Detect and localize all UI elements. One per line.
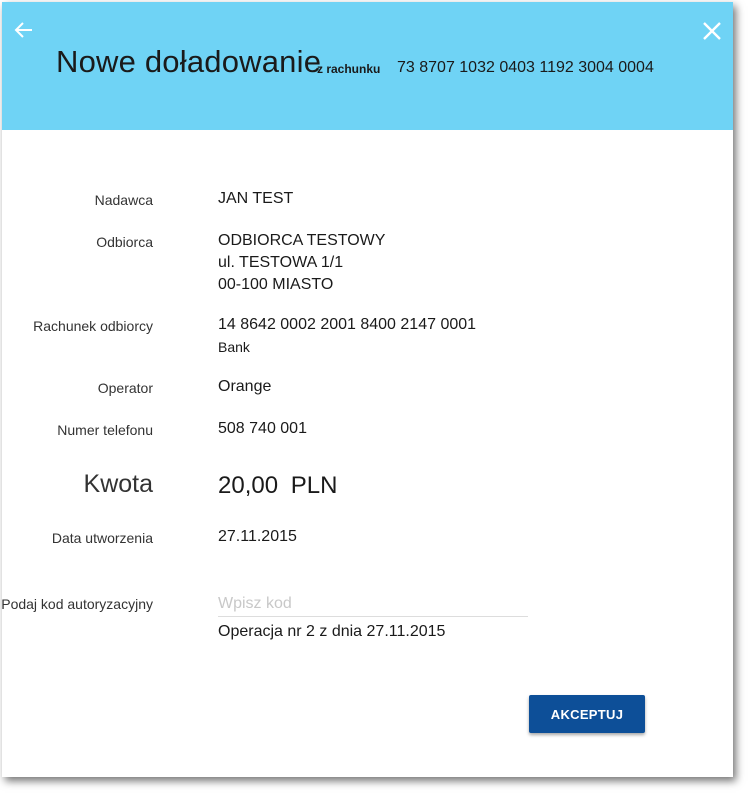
operation-info: Operacja nr 2 z dnia 27.11.2015 xyxy=(218,623,446,640)
amount-number: 20,00 xyxy=(218,472,279,499)
from-account-number: 73 8707 1032 0403 1192 3004 0004 xyxy=(397,59,654,76)
sender-value: JAN TEST xyxy=(218,190,294,207)
account-number: 14 8642 0002 2001 8400 2147 0001 xyxy=(218,316,477,333)
created-date-value: 27.11.2015 xyxy=(218,528,297,545)
operator-label: Operator xyxy=(97,380,153,396)
recipient-name: ODBIORCA TESTOWY xyxy=(218,232,386,249)
arrow-left-icon xyxy=(14,22,32,38)
created-date-label: Data utworzenia xyxy=(51,530,153,546)
recipient-label: Odbiorca xyxy=(96,234,153,250)
accept-button[interactable]: AKCEPTUJ xyxy=(529,695,645,733)
account-value: 14 8642 0002 2001 8400 2147 0001 Bank xyxy=(218,314,476,358)
amount-label: Kwota xyxy=(83,470,153,498)
recipient-value: ODBIORCA TESTOWY ul. TESTOWA 1/1 00-100 … xyxy=(218,230,385,296)
from-account-label: z rachunku xyxy=(317,62,381,76)
phone-value: 508 740 001 xyxy=(218,420,307,437)
operator-value: Orange xyxy=(218,378,272,395)
auth-code-input[interactable] xyxy=(218,592,528,617)
dialog-title: Nowe doładowanie xyxy=(56,44,322,79)
recipient-street: ul. TESTOWA 1/1 xyxy=(218,254,344,271)
recipient-city: 00-100 MIASTO xyxy=(218,276,334,293)
back-button[interactable] xyxy=(12,18,36,42)
close-button[interactable] xyxy=(701,20,723,42)
phone-label: Numer telefonu xyxy=(57,422,153,438)
sender-label: Nadawca xyxy=(94,192,153,208)
close-icon xyxy=(703,22,721,40)
account-label: Rachunek odbiorcy xyxy=(33,318,153,334)
amount-currency: PLN xyxy=(290,472,338,499)
dialog-header: Nowe doładowanie z rachunku 73 8707 1032… xyxy=(2,2,733,130)
auth-code-label: Podaj kod autoryzacyjny xyxy=(2,596,153,612)
topup-dialog: Nowe doładowanie z rachunku 73 8707 1032… xyxy=(2,2,733,777)
account-bank: Bank xyxy=(218,339,250,355)
amount-value: 20,00 PLN xyxy=(218,472,337,500)
